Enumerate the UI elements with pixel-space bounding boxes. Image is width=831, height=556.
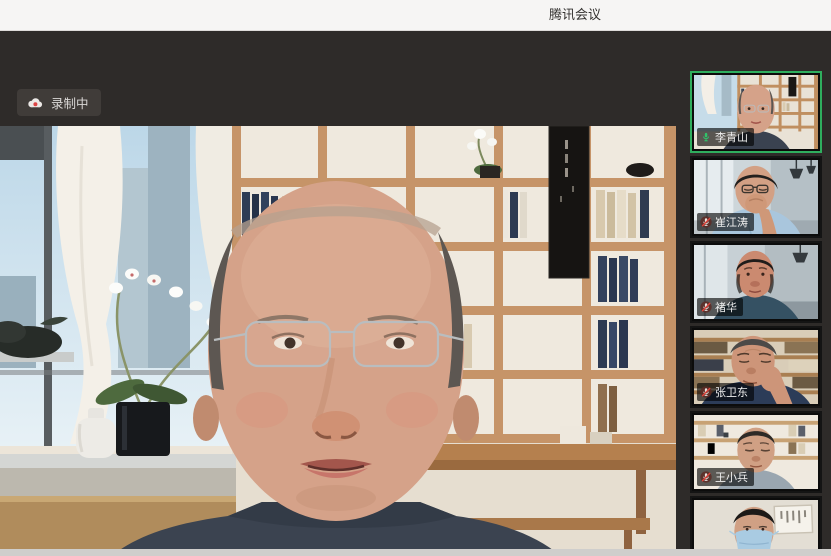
cloud-record-icon: [26, 96, 44, 110]
recording-label: 录制中: [51, 93, 89, 112]
hanging-scroll: [549, 126, 589, 278]
participant-name: 褚华: [715, 299, 737, 315]
participant-video-3[interactable]: 褚华: [690, 241, 822, 323]
recording-badge[interactable]: 录制中: [17, 89, 101, 116]
participant-name-badge: 张卫东: [697, 383, 754, 401]
participant-name: 王小兵: [715, 469, 748, 485]
participant-name: 张卫东: [715, 384, 748, 400]
mic-muted-icon: [700, 301, 712, 313]
participant-scene-6: [694, 500, 818, 556]
participant-name-badge: 王小兵: [697, 468, 754, 486]
participant-name: 李青山: [715, 129, 748, 145]
meeting-stage: 录制中: [0, 31, 831, 556]
main-speaker-video[interactable]: [0, 126, 676, 556]
participant-name: 崔江涛: [715, 214, 748, 230]
mic-on-icon: [700, 131, 712, 143]
participant-video-2[interactable]: 崔江涛: [690, 156, 822, 238]
mic-muted-icon: [700, 386, 712, 398]
window-bottom-edge: [0, 549, 831, 556]
participant-video-5[interactable]: 王小兵: [690, 411, 822, 493]
participants-sidebar: 李青山: [690, 71, 822, 556]
titlebar[interactable]: 腾讯会议: [0, 0, 831, 31]
main-video-scene: [0, 126, 676, 556]
participant-name-badge: 褚华: [697, 298, 743, 316]
participant-name-badge: 崔江涛: [697, 213, 754, 231]
participant-name-badge: 李青山: [697, 128, 754, 146]
participant-video-1[interactable]: 李青山: [690, 71, 822, 153]
wall-frame: [774, 505, 812, 534]
mic-muted-icon: [700, 471, 712, 483]
participant-video-4[interactable]: 张卫东: [690, 326, 822, 408]
meeting-window: 腾讯会议 录制中: [0, 0, 831, 556]
participant-video-6[interactable]: 梁双杰: [690, 496, 822, 556]
app-title: 腾讯会议: [549, 0, 601, 30]
mic-muted-icon: [700, 216, 712, 228]
